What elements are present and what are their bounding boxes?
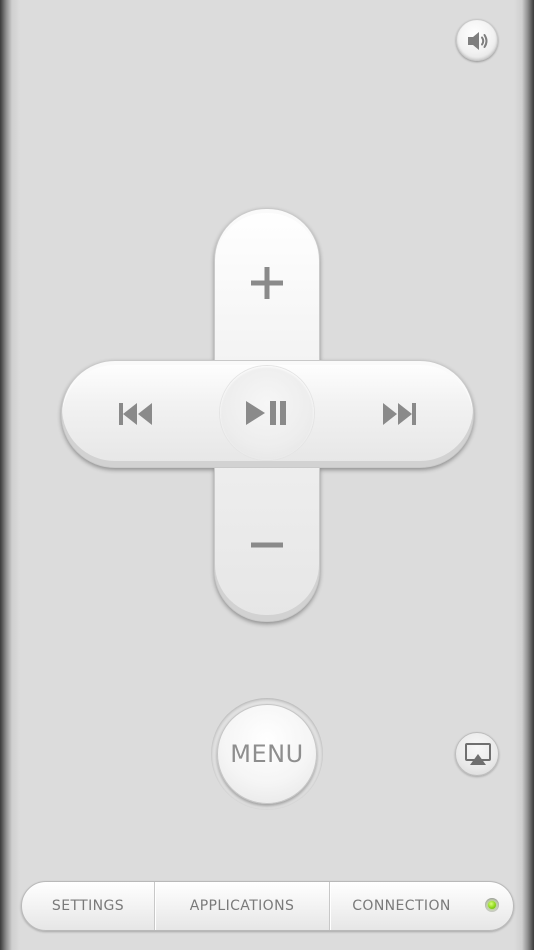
tab-applications-label: APPLICATIONS	[189, 898, 295, 914]
speaker-icon	[468, 32, 488, 50]
airplay-icon	[465, 743, 491, 765]
next-track-button[interactable]	[324, 360, 474, 468]
volume-button[interactable]	[456, 19, 498, 61]
volume-down-button[interactable]	[214, 470, 320, 620]
bottom-tab-bar: SETTINGS APPLICATIONS CONNECTION	[21, 881, 514, 931]
tab-connection-label: CONNECTION	[352, 898, 451, 914]
airplay-button[interactable]	[455, 732, 499, 776]
volume-up-button[interactable]	[214, 208, 320, 358]
minus-icon	[251, 542, 283, 548]
status-led-icon	[485, 898, 499, 912]
tab-applications[interactable]: APPLICATIONS	[155, 882, 330, 930]
plus-icon	[251, 267, 283, 299]
play-pause-button[interactable]	[220, 366, 314, 460]
remote-screen: MENU SETTINGS APPLICATIONS CONNECTION	[0, 0, 534, 950]
tab-settings-label: SETTINGS	[51, 898, 125, 914]
tab-connection[interactable]: CONNECTION	[330, 882, 513, 930]
menu-label: MENU	[230, 740, 304, 768]
previous-track-button[interactable]	[61, 360, 211, 468]
skip-back-icon	[119, 403, 152, 425]
tab-settings[interactable]: SETTINGS	[22, 882, 155, 930]
menu-button[interactable]: MENU	[217, 704, 317, 804]
skip-forward-icon	[383, 403, 416, 425]
play-pause-icon	[246, 401, 286, 425]
